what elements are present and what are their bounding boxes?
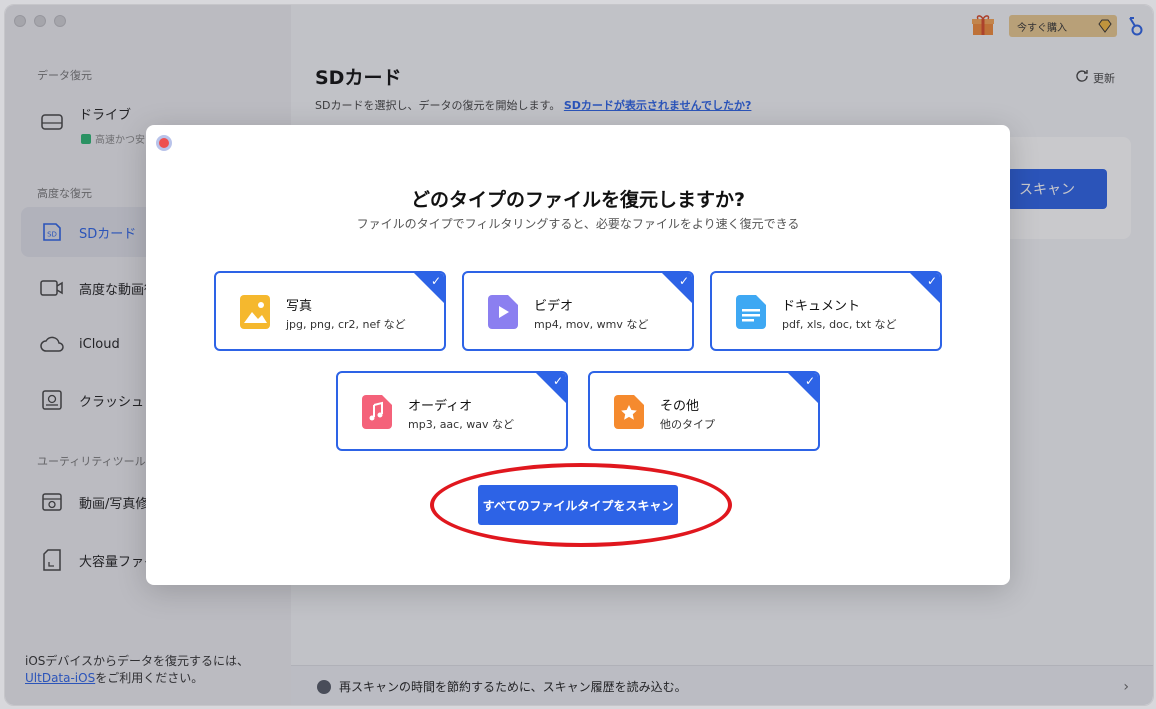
file-type-audio[interactable]: ✓ オーディオ mp3, aac, wav など	[336, 371, 568, 451]
checkmark-icon: ✓	[678, 274, 689, 288]
close-dialog-button[interactable]	[156, 135, 172, 151]
photo-icon	[240, 295, 270, 329]
scan-all-types-button[interactable]: すべてのファイルタイプをスキャン	[478, 485, 678, 525]
dialog-subtitle: ファイルのタイプでフィルタリングすると、必要なファイルをより速く復元できる	[356, 217, 800, 231]
file-type-photo[interactable]: ✓ 写真 jpg, png, cr2, nef など	[214, 271, 446, 351]
file-type-other[interactable]: ✓ その他 他のタイプ	[588, 371, 820, 451]
music-note-icon	[362, 395, 392, 429]
star-file-icon	[614, 395, 644, 429]
video-icon	[488, 295, 518, 329]
file-type-dialog: どのタイプのファイルを復元しますか? ファイルのタイプでフィルタリングすると、必…	[146, 125, 1010, 585]
dialog-title: どのタイプのファイルを復元しますか?	[410, 189, 746, 211]
checkmark-icon: ✓	[926, 274, 937, 288]
checkmark-icon: ✓	[430, 274, 441, 288]
file-type-video[interactable]: ✓ ビデオ mp4, mov, wmv など	[462, 271, 694, 351]
checkmark-icon: ✓	[552, 374, 563, 388]
file-type-document[interactable]: ✓ ドキュメント pdf, xls, doc, txt など	[710, 271, 942, 351]
document-icon	[736, 295, 766, 329]
checkmark-icon: ✓	[804, 374, 815, 388]
